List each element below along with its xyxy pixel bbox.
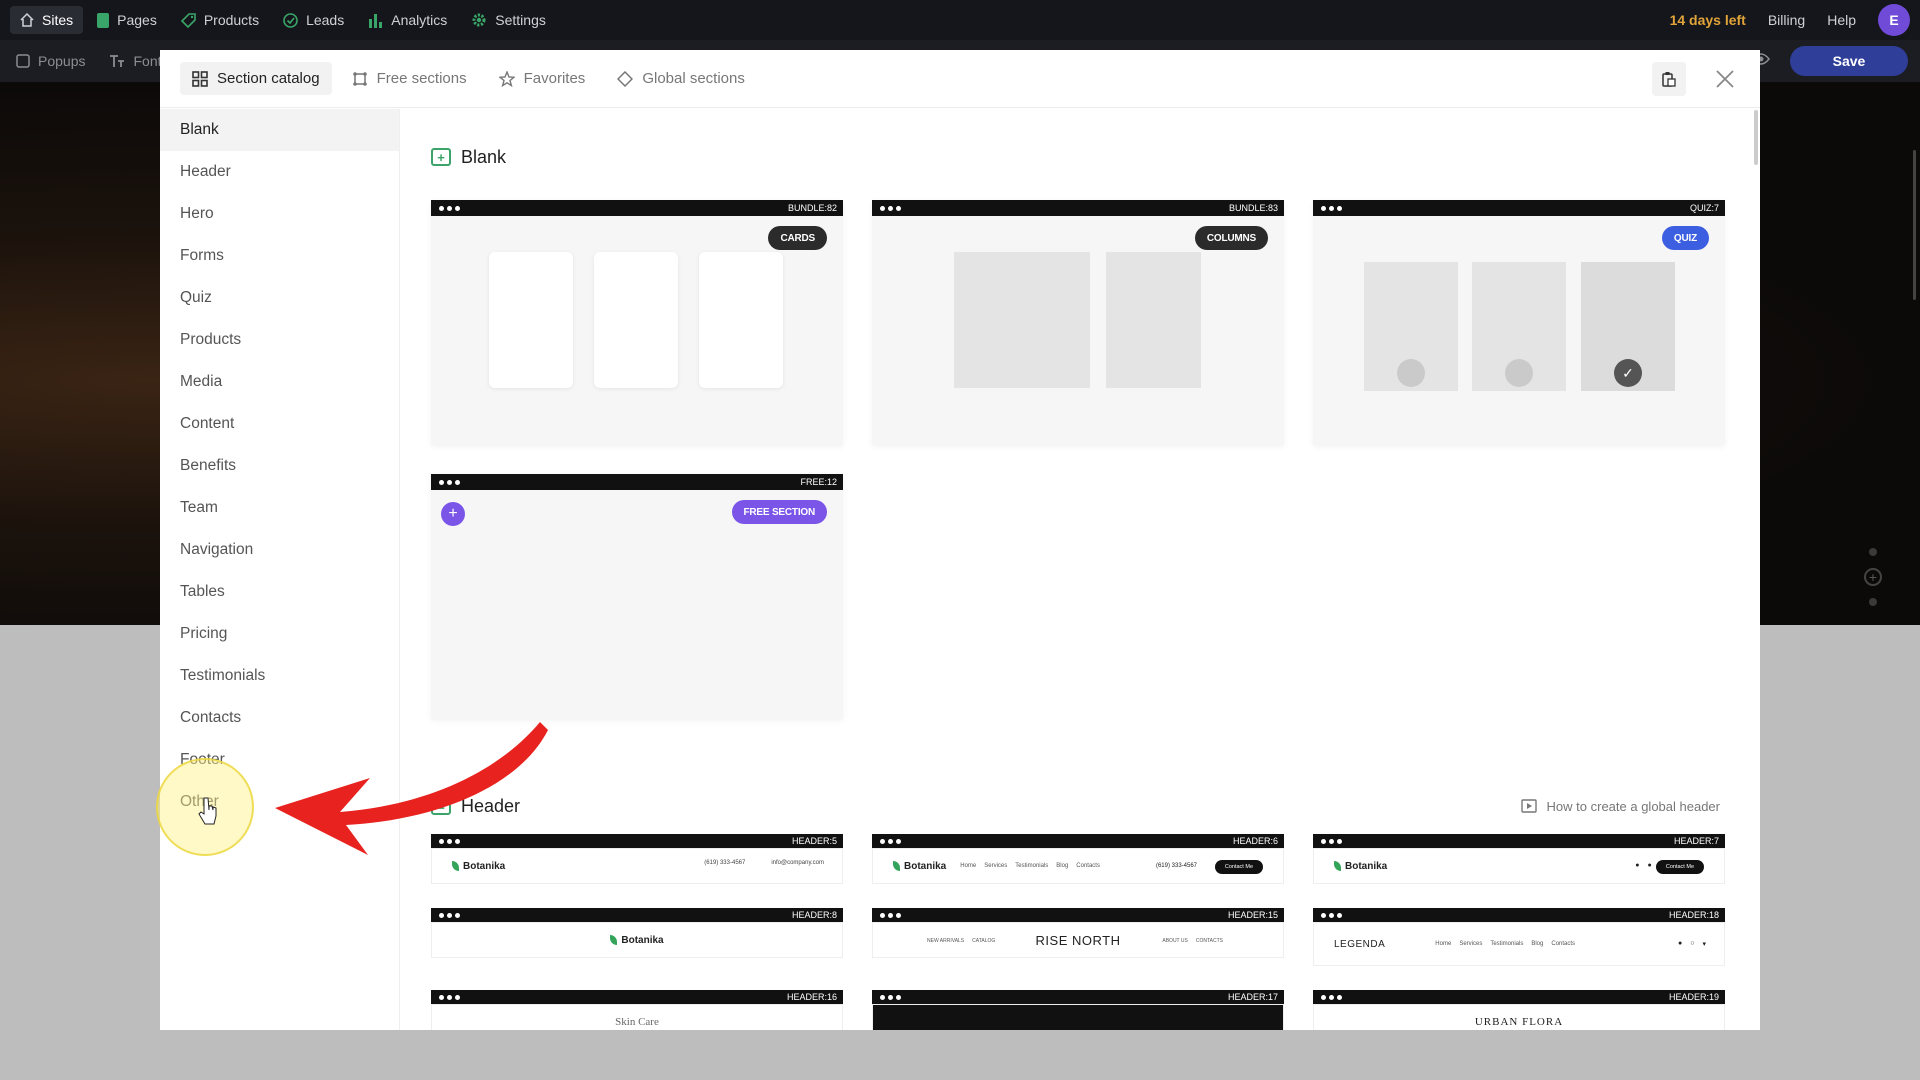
hand-cursor-icon <box>198 797 217 825</box>
red-arrow-icon <box>275 722 548 855</box>
annotation-overlay <box>198 722 548 855</box>
